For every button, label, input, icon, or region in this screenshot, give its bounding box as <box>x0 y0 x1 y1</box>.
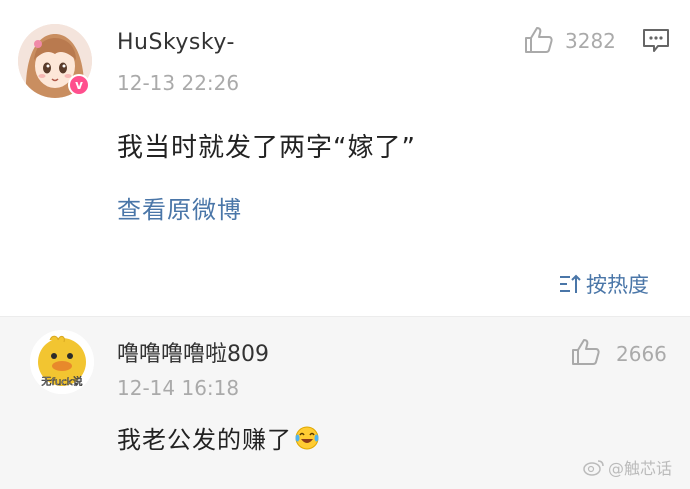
comment-text-row: 我老公发的赚了 <box>117 420 320 455</box>
sort-icon <box>560 274 581 293</box>
comment-text: 我老公发的赚了 <box>117 426 292 454</box>
avatar-caption: 无fuck说 <box>41 375 82 388</box>
comment-timestamp: 12-13 22:26 <box>117 71 240 95</box>
comment-text: 我当时就发了两字“嫁了” <box>117 133 416 163</box>
comment-timestamp: 12-14 16:18 <box>117 376 240 400</box>
like-count: 3282 <box>565 29 616 53</box>
sort-by-hot-button[interactable]: 按热度 <box>558 269 649 299</box>
like-count: 2666 <box>616 342 667 366</box>
watermark-text: @触芯话 <box>608 459 673 478</box>
comment-bubble-icon[interactable] <box>642 28 670 54</box>
yellow-duck-avatar-icon: 无fuck说 <box>30 330 94 394</box>
sort-label: 按热度 <box>586 273 649 297</box>
comment-username[interactable]: HuSkysky- <box>117 30 235 55</box>
avatar[interactable]: 无fuck说 <box>30 330 94 394</box>
view-original-post-link[interactable]: 查看原微博 <box>117 190 242 225</box>
weibo-logo-icon <box>583 460 604 476</box>
verified-badge: v <box>68 74 90 96</box>
comment-username[interactable]: 噜噜噜噜啦809 <box>117 336 269 368</box>
comment-card-1: v HuSkysky- 12-13 22:26 3282 我当时就发了两字“嫁了… <box>0 0 690 316</box>
thumbs-up-icon[interactable] <box>524 26 554 54</box>
laughing-tears-emoji-icon <box>295 426 319 449</box>
watermark: @触芯话 <box>583 455 672 479</box>
thumbs-up-icon[interactable] <box>571 338 601 366</box>
